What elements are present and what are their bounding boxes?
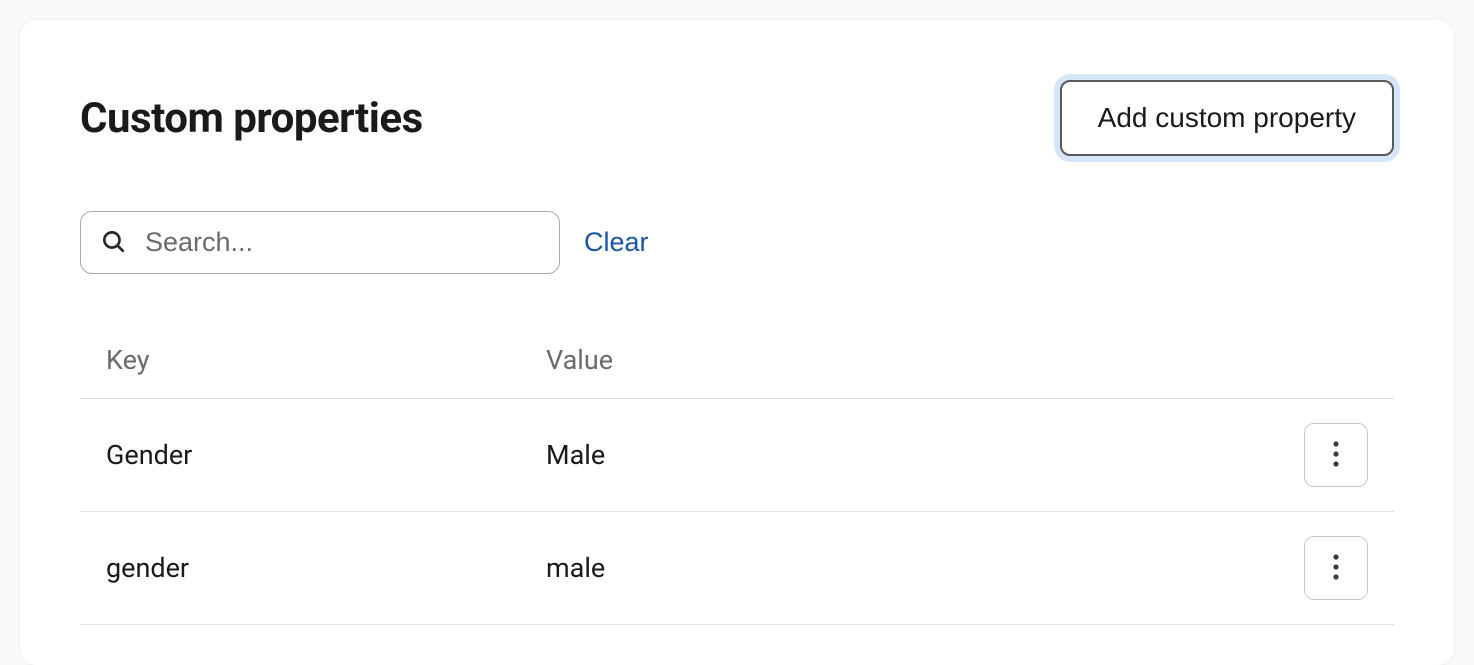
- table-row: Gender Male: [80, 399, 1394, 512]
- row-actions-button[interactable]: [1304, 536, 1368, 600]
- column-header-value: Value: [546, 344, 1288, 376]
- search-wrap: [80, 211, 560, 274]
- row-actions-button[interactable]: [1304, 423, 1368, 487]
- table-row: gender male: [80, 512, 1394, 625]
- column-header-key: Key: [106, 344, 546, 376]
- custom-properties-card: Custom properties Add custom property Cl…: [20, 20, 1454, 665]
- header-row: Custom properties Add custom property: [80, 80, 1394, 156]
- kebab-icon: [1333, 554, 1339, 583]
- filter-row: Clear: [80, 211, 1394, 274]
- properties-table: Key Value Gender Male: [80, 324, 1394, 625]
- search-input[interactable]: [80, 211, 560, 274]
- cell-value: male: [546, 552, 1288, 584]
- kebab-icon: [1333, 441, 1339, 470]
- cell-value: Male: [546, 439, 1288, 471]
- add-custom-property-button[interactable]: Add custom property: [1060, 80, 1394, 156]
- cell-key: Gender: [106, 439, 546, 471]
- cell-key: gender: [106, 552, 546, 584]
- clear-button[interactable]: Clear: [584, 227, 649, 258]
- table-header-row: Key Value: [80, 324, 1394, 399]
- page-title: Custom properties: [80, 94, 423, 143]
